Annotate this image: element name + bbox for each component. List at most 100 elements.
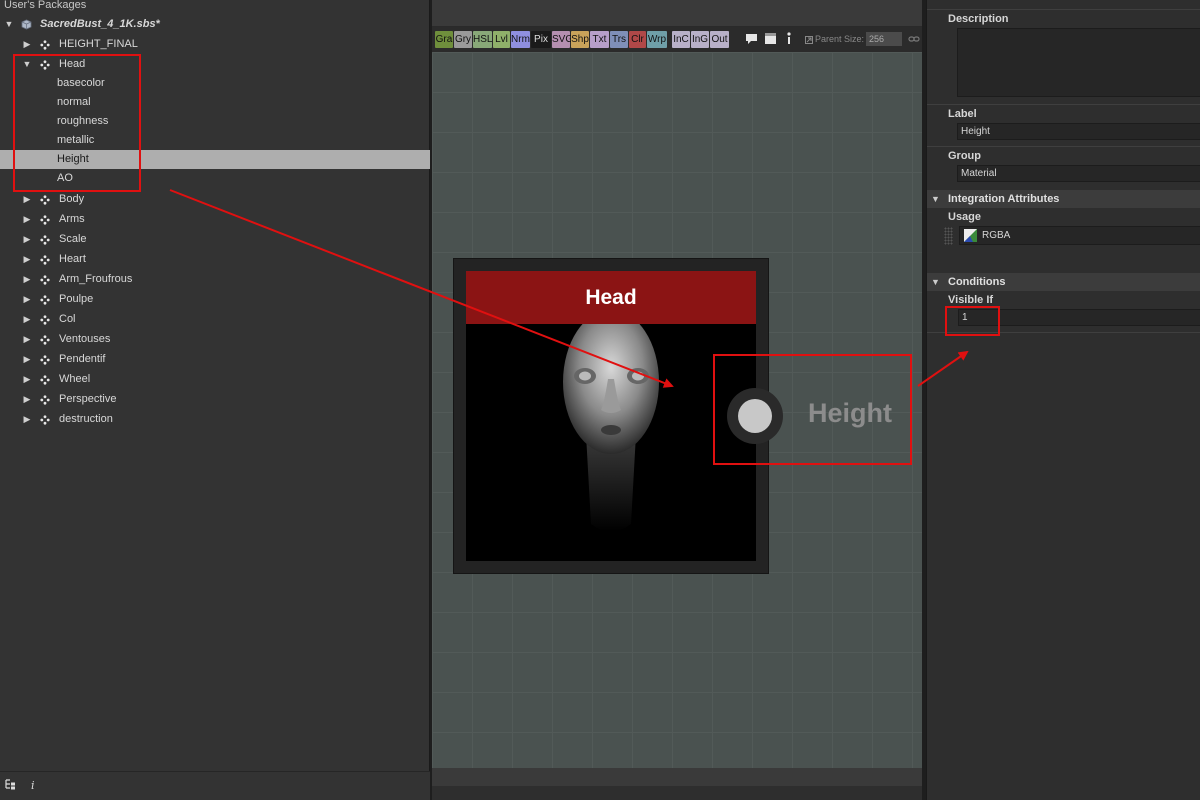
toolbar-button-out[interactable]: Out	[710, 31, 729, 48]
section-integration-attributes[interactable]: ▼ Integration Attributes	[927, 190, 1200, 208]
description-label: Description	[948, 13, 1009, 25]
expand-arrow-icon[interactable]: ▶	[22, 410, 32, 429]
tree-row-graph[interactable]: ▶ HEIGHT_FINAL	[0, 35, 430, 54]
expand-arrow-icon[interactable]: ▶	[22, 270, 32, 289]
tree-row-package[interactable]: ▼ SacredBust_4_1K.sbs*	[0, 15, 430, 34]
tree-row-graph[interactable]: ▶ Poulpe	[0, 290, 430, 309]
graph-label: Col	[59, 313, 76, 325]
toolbar-button-gra[interactable]: Gra	[435, 31, 453, 48]
usage-value: RGBA	[982, 230, 1011, 241]
graph-label: Heart	[59, 253, 86, 265]
divider	[927, 146, 1200, 147]
expand-arrow-icon[interactable]: ▶	[22, 190, 32, 209]
toolbar-button-hsl[interactable]: HSL	[473, 31, 492, 48]
comment-icon[interactable]	[745, 32, 758, 48]
toolbar-button-clr[interactable]: Clr	[629, 31, 646, 48]
graph-icon	[40, 355, 50, 365]
pin-icon[interactable]	[786, 32, 792, 48]
link-icon[interactable]	[908, 34, 920, 47]
graph-label: Arms	[59, 213, 85, 225]
parent-size-icon	[805, 35, 813, 47]
tree-row-graph[interactable]: ▶ Ventouses	[0, 330, 430, 349]
package-name: SacredBust_4_1K.sbs*	[40, 18, 160, 30]
graph-icon	[40, 195, 50, 205]
toolbar-button-lvl[interactable]: Lvl	[493, 31, 510, 48]
toolbar-button-ing[interactable]: InG	[691, 31, 709, 48]
parent-size-field[interactable]: 256	[866, 32, 902, 46]
package-icon	[21, 19, 32, 30]
group-label: Group	[948, 150, 981, 162]
section-conditions[interactable]: ▼ Conditions	[927, 273, 1200, 291]
description-field[interactable]	[957, 28, 1200, 97]
tree-row-graph[interactable]: ▶ Wheel	[0, 370, 430, 389]
tree-row-graph[interactable]: ▶ Heart	[0, 250, 430, 269]
group-field[interactable]: Material	[957, 165, 1200, 182]
expand-arrow-icon[interactable]: ▶	[22, 390, 32, 409]
graph-icon	[40, 255, 50, 265]
tree-row-graph[interactable]: ▶ Arm_Froufrous	[0, 270, 430, 289]
expand-arrow-icon[interactable]: ▶	[22, 35, 32, 54]
divider	[927, 9, 1200, 10]
graph-icon	[40, 375, 50, 385]
tree-row-graph[interactable]: ▶ destruction	[0, 410, 430, 429]
graph-icon	[40, 215, 50, 225]
toolbar-button-nrm[interactable]: Nrm	[511, 31, 530, 48]
graph-icon	[40, 40, 50, 50]
graph-status-bar	[432, 786, 922, 800]
graph-icon	[40, 275, 50, 285]
collapse-arrow-icon[interactable]: ▼	[4, 15, 14, 34]
toolbar-button-shp[interactable]: Shp	[571, 31, 589, 48]
visible-if-label: Visible If	[948, 294, 994, 306]
graph-label: Body	[59, 193, 85, 205]
graph-label: Ventouses	[59, 333, 111, 345]
label-field[interactable]: Height	[957, 123, 1200, 140]
graph-horizontal-scrollbar[interactable]	[432, 768, 922, 786]
graph-label: HEIGHT_FINAL	[59, 38, 138, 50]
expand-arrow-icon[interactable]: ▶	[22, 250, 32, 269]
expand-arrow-icon[interactable]: ▶	[22, 210, 32, 229]
expand-arrow-icon[interactable]: ▶	[22, 330, 32, 349]
graph-label: Poulpe	[59, 293, 94, 305]
graph-view-header	[432, 0, 922, 27]
toolbar-button-pix[interactable]: Pix	[531, 31, 551, 48]
expand-arrow-icon[interactable]: ▶	[22, 310, 32, 329]
tree-row-graph[interactable]: ▶ Col	[0, 310, 430, 329]
info-icon[interactable]: i	[31, 779, 35, 792]
collapse-arrow-icon[interactable]: ▼	[931, 273, 940, 291]
tree-row-graph[interactable]: ▶ Scale	[0, 230, 430, 249]
expand-arrow-icon[interactable]: ▶	[22, 370, 32, 389]
toolbar-button-inc[interactable]: InC	[672, 31, 690, 48]
graph-label: Wheel	[59, 373, 91, 385]
usage-label: Usage	[948, 211, 982, 223]
section-title: Integration Attributes	[948, 193, 1060, 205]
expand-arrow-icon[interactable]: ▶	[22, 350, 32, 369]
label-label: Label	[948, 108, 977, 120]
tree-row-graph[interactable]: ▶ Pendentif	[0, 350, 430, 369]
divider	[927, 104, 1200, 105]
tree-row-graph[interactable]: ▶ Arms	[0, 210, 430, 229]
graph-label: Arm_Froufrous	[59, 273, 133, 285]
explorer-footer: i	[0, 771, 430, 800]
frame-icon[interactable]	[764, 32, 777, 48]
tree-view-icon[interactable]	[5, 779, 16, 793]
drag-handle-icon[interactable]	[944, 227, 953, 245]
expand-arrow-icon[interactable]: ▶	[22, 290, 32, 309]
tree-row-graph[interactable]: ▶ Body	[0, 190, 430, 209]
toolbar-button-trs[interactable]: Trs	[610, 31, 628, 48]
toolbar-button-gry[interactable]: Gry	[454, 31, 472, 48]
graph-toolbar: Gra Gry HSL Lvl Nrm Pix SVG Shp Txt Trs Clr Wrp InC I…	[432, 27, 922, 52]
graph-icon	[40, 415, 50, 425]
toolbar-button-svg[interactable]: SVG	[552, 31, 573, 48]
highlight-box-head-outputs	[13, 54, 141, 192]
graph-label: Pendentif	[59, 353, 106, 365]
toolbar-button-txt[interactable]: Txt	[590, 31, 609, 48]
expand-arrow-icon[interactable]: ▶	[22, 230, 32, 249]
rgba-swatch-icon	[964, 229, 977, 242]
collapse-arrow-icon[interactable]: ▼	[931, 190, 940, 208]
graph-icon	[40, 235, 50, 245]
usage-field[interactable]: RGBA	[959, 226, 1200, 245]
tree-row-graph[interactable]: ▶ Perspective	[0, 390, 430, 409]
toolbar-button-wrp[interactable]: Wrp	[647, 31, 667, 48]
graph-icon	[40, 295, 50, 305]
section-title: Conditions	[948, 276, 1006, 288]
